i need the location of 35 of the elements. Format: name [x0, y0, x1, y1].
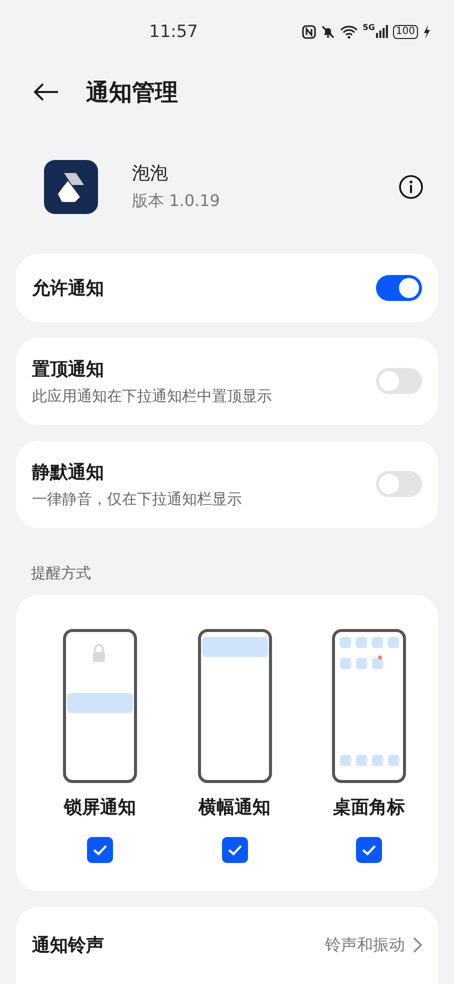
app-version: 版本 1.0.19 — [132, 191, 220, 212]
style-label: 桌面角标 — [333, 796, 405, 819]
style-label: 横幅通知 — [198, 796, 270, 819]
section-heading: 提醒方式 — [31, 564, 92, 583]
setting-title: 允许通知 — [32, 276, 104, 300]
charging-icon — [423, 24, 430, 39]
checkbox[interactable] — [222, 836, 248, 863]
setting-description: 一律静音，仅在下拉通知栏显示 — [32, 490, 242, 509]
checkmark-icon — [226, 844, 242, 856]
setting-title: 静默通知 — [32, 460, 105, 484]
nfc-icon — [302, 24, 316, 39]
info-button[interactable] — [398, 174, 424, 200]
wifi-icon — [340, 24, 358, 39]
bell-muted-icon — [320, 24, 335, 39]
checkmark-icon — [92, 844, 108, 856]
setting-description: 此应用通知在下拉通知栏中置顶显示 — [32, 386, 272, 406]
setting-title: 通知铃声 — [32, 934, 104, 958]
toggle-switch[interactable] — [376, 368, 422, 394]
page-title: 通知管理 — [86, 78, 178, 108]
battery-indicator: 100 — [392, 24, 418, 39]
checkbox[interactable] — [356, 836, 382, 863]
app-logo-icon — [44, 160, 98, 214]
checkmark-icon — [361, 844, 377, 856]
toggle-switch[interactable] — [376, 274, 422, 301]
setting-value: 铃声和振动 — [325, 934, 405, 956]
network-label: 5G — [362, 22, 375, 32]
chevron-right-icon — [413, 937, 422, 954]
setting-title: 置顶通知 — [32, 358, 105, 381]
style-label: 锁屏通知 — [64, 796, 136, 819]
app-name: 泡泡 — [132, 162, 169, 186]
ringtone-row[interactable]: 通知铃声 铃声和振动 — [16, 906, 438, 984]
checkbox[interactable] — [87, 836, 113, 863]
status-time: 11:57 — [149, 22, 198, 42]
signal-icon — [376, 25, 388, 38]
toggle-switch[interactable] — [376, 471, 422, 498]
